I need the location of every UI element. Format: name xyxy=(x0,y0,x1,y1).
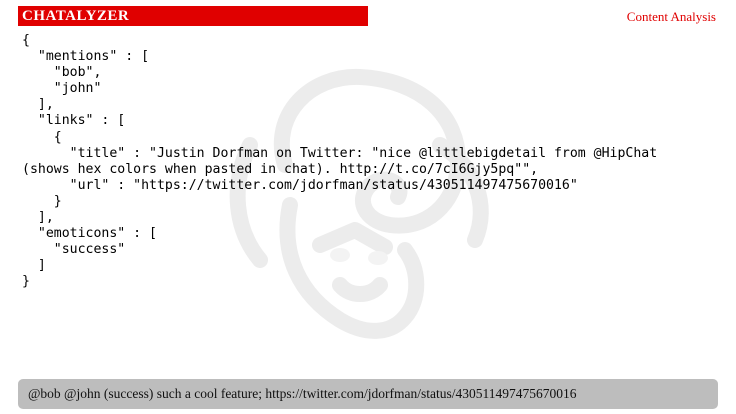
code-line: (shows hex colors when pasted in chat). … xyxy=(22,161,539,177)
code-line: "emoticons" : [ xyxy=(22,226,157,242)
code-line: { xyxy=(22,129,62,145)
code-line: ], xyxy=(22,210,54,226)
code-line: { xyxy=(22,33,30,48)
code-line: "url" : "https://twitter.com/jdorfman/st… xyxy=(22,177,578,193)
chat-message-bar: @bob @john (success) such a cool feature… xyxy=(18,379,718,409)
code-line: "mentions" : [ xyxy=(22,49,150,65)
section-label: Content Analysis xyxy=(626,9,716,24)
chat-message-text: @bob @john (success) such a cool feature… xyxy=(28,386,577,401)
code-line: "success" xyxy=(22,242,126,258)
json-output: { "mentions" : [ "bob", "john" ], "links… xyxy=(22,33,657,291)
code-line: "john" xyxy=(22,81,102,97)
app-title: CHATALYZER xyxy=(18,6,368,26)
code-line: "title" : "Justin Dorfman on Twitter: "n… xyxy=(22,145,658,161)
code-line: } xyxy=(22,274,30,290)
code-line: "bob", xyxy=(22,65,102,81)
code-line: } xyxy=(22,193,62,209)
code-line: "links" : [ xyxy=(22,113,126,129)
code-line: ], xyxy=(22,97,54,113)
code-line: ] xyxy=(22,258,46,274)
